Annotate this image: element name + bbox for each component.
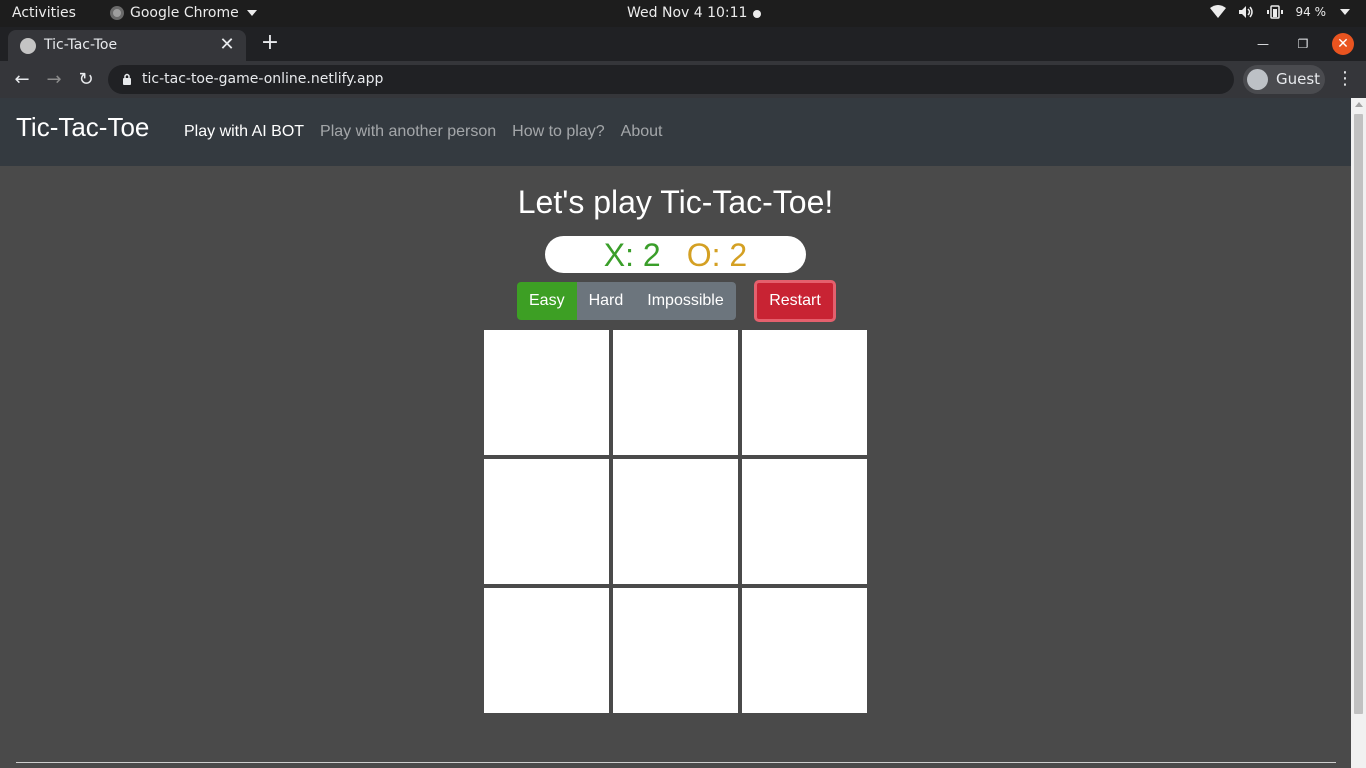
nav-link-how-to-play[interactable]: How to play? [512,123,605,141]
reload-icon[interactable]: ↻ [73,67,99,93]
tab-title: Tic-Tac-Toe [44,37,118,53]
lock-icon [123,73,131,85]
battery-percent: 94 % [1295,5,1327,19]
score-board: X: 2 O: 2 [545,236,806,273]
wifi-icon [1209,5,1226,18]
app-menu[interactable]: Google Chrome [110,5,257,21]
browser-toolbar: ← → ↻ tic-tac-toe-game-online.netlify.ap… [0,61,1366,98]
page-title: Let's play Tic-Tac-Toe! [517,184,834,220]
address-bar[interactable]: tic-tac-toe-game-online.netlify.app [108,65,1234,94]
game-board [484,330,867,713]
board-cell[interactable] [484,330,609,455]
tab-close-button[interactable]: ✕ [216,34,238,56]
web-page: Tic-Tac-Toe Play with AI BOT Play with a… [0,98,1351,768]
more-menu-icon[interactable]: ⋮ [1336,69,1354,91]
profile-button[interactable]: Guest [1243,65,1325,94]
new-tab-button[interactable]: + [258,31,282,55]
restart-button[interactable]: Restart [754,280,836,322]
nav-link-play-person[interactable]: Play with another person [320,123,496,141]
footer-divider [16,762,1336,763]
window-close-icon[interactable]: ✕ [1332,33,1354,55]
board-cell[interactable] [613,588,738,713]
nav-link-about[interactable]: About [621,123,663,141]
globe-icon [20,38,36,54]
nav-link-play-ai[interactable]: Play with AI BOT [184,123,304,141]
maximize-icon[interactable]: ❐ [1292,33,1314,55]
board-cell[interactable] [613,459,738,584]
url-text: tic-tac-toe-game-online.netlify.app [142,71,384,87]
avatar-icon [1247,69,1268,90]
system-tray[interactable]: 94 % [1209,5,1350,19]
scrollbar-thumb[interactable] [1354,114,1363,714]
difficulty-easy-button[interactable]: Easy [517,282,577,320]
back-arrow-icon[interactable]: ← [9,67,35,93]
difficulty-hard-button[interactable]: Hard [576,282,636,320]
score-o: O: 2 [686,237,748,273]
board-cell[interactable] [484,459,609,584]
board-cell[interactable] [742,588,867,713]
minimize-icon[interactable]: — [1252,33,1274,55]
app-menu-label: Google Chrome [130,5,239,21]
forward-arrow-icon[interactable]: → [41,67,67,93]
board-cell[interactable] [484,588,609,713]
difficulty-impossible-button[interactable]: Impossible [635,282,736,320]
page-scrollbar[interactable] [1351,98,1366,768]
board-cell[interactable] [613,330,738,455]
chevron-down-icon [1340,9,1350,15]
volume-icon [1238,6,1253,18]
chrome-icon [110,6,124,20]
battery-icon [1266,5,1283,19]
score-x: X: 2 [603,237,661,273]
difficulty-selector: Easy Hard Impossible [517,282,736,320]
system-top-bar: Activities Google Chrome Wed Nov 4 10:11… [0,0,1366,27]
site-nav-links: Play with AI BOT Play with another perso… [184,123,662,141]
site-navbar: Tic-Tac-Toe Play with AI BOT Play with a… [0,98,1351,166]
board-cell[interactable] [742,459,867,584]
chevron-down-icon [246,10,257,16]
site-brand[interactable]: Tic-Tac-Toe [16,112,149,143]
scroll-up-arrow-icon[interactable] [1355,102,1363,107]
activities-button[interactable]: Activities [12,5,76,21]
clock[interactable]: Wed Nov 4 10:11 [627,5,747,21]
profile-name: Guest [1276,70,1321,88]
browser-tab[interactable]: Tic-Tac-Toe ✕ [8,30,246,61]
tab-strip: Tic-Tac-Toe ✕ + — ❐ ✕ [0,27,1366,61]
board-cell[interactable] [742,330,867,455]
notification-dot-icon [753,10,761,18]
